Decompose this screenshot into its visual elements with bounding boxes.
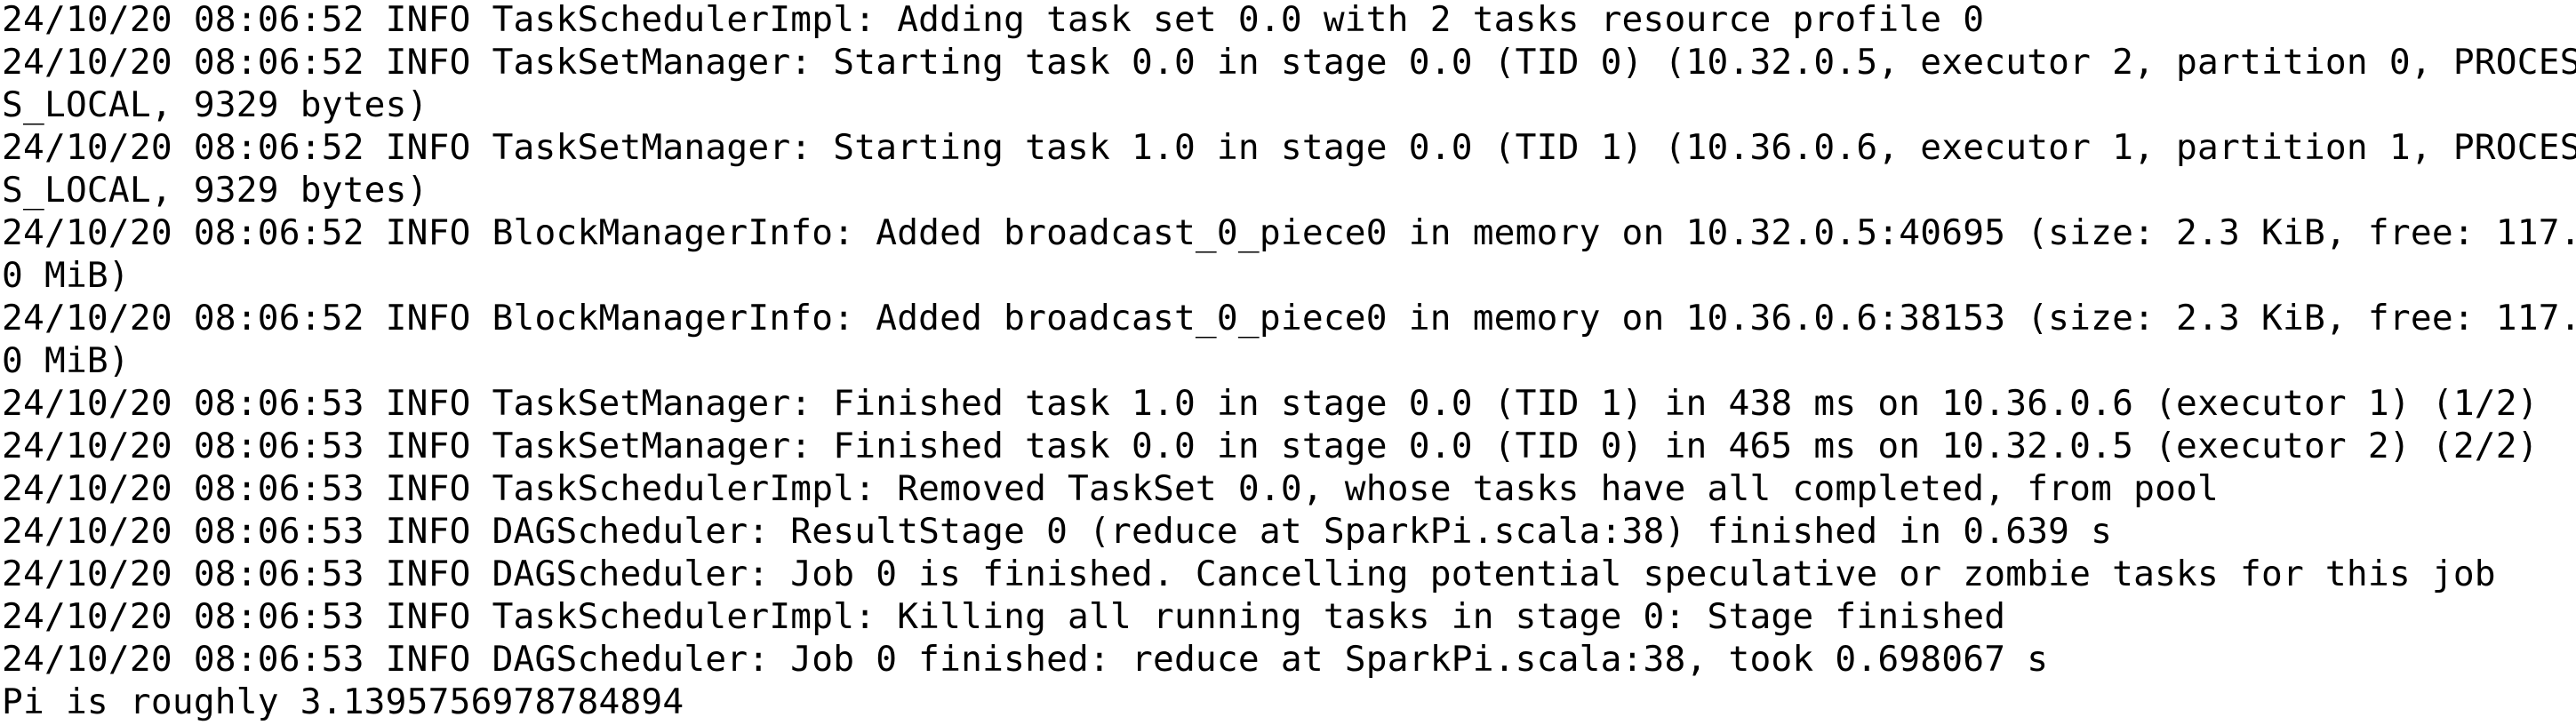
log-line: 24/10/20 08:06:52 INFO BlockManagerInfo:… <box>2 212 2576 253</box>
log-line: 24/10/20 08:06:53 INFO DAGScheduler: Job… <box>2 554 2496 594</box>
log-line: 24/10/20 08:06:53 INFO DAGScheduler: Res… <box>2 511 2113 552</box>
result-line: Pi is roughly 3.1395756978784894 <box>2 681 684 722</box>
log-line: 24/10/20 08:06:52 INFO TaskSchedulerImpl… <box>2 0 1985 40</box>
log-line: 0 MiB) <box>2 340 130 381</box>
log-line: 24/10/20 08:06:53 INFO TaskSetManager: F… <box>2 383 2539 424</box>
log-line: S_LOCAL, 9329 bytes) <box>2 170 428 211</box>
log-line: 0 MiB) <box>2 255 130 296</box>
log-line: 24/10/20 08:06:53 INFO TaskSetManager: F… <box>2 426 2539 466</box>
log-line: 24/10/20 08:06:52 INFO BlockManagerInfo:… <box>2 298 2576 339</box>
log-line: S_LOCAL, 9329 bytes) <box>2 84 428 125</box>
log-line: 24/10/20 08:06:52 INFO TaskSetManager: S… <box>2 127 2576 168</box>
log-line: 24/10/20 08:06:53 INFO TaskSchedulerImpl… <box>2 468 2220 509</box>
log-line: 24/10/20 08:06:53 INFO TaskSchedulerImpl… <box>2 596 2006 637</box>
log-line: 24/10/20 08:06:52 INFO TaskSetManager: S… <box>2 42 2576 83</box>
log-line: 24/10/20 08:06:53 INFO DAGScheduler: Job… <box>2 639 2049 680</box>
terminal-output[interactable]: 24/10/20 08:06:52 INFO TaskSchedulerImpl… <box>0 0 2576 725</box>
